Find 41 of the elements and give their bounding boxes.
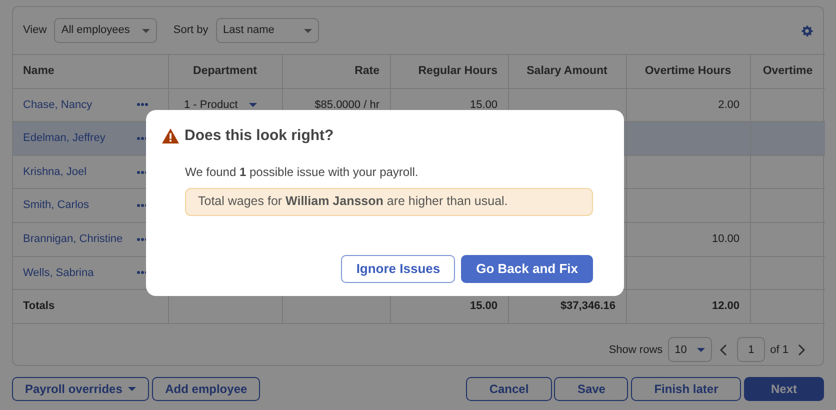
- total-cell: 15.00: [470, 300, 498, 312]
- total-cell: $37,346.16: [560, 300, 616, 312]
- next-page-icon[interactable]: [796, 344, 806, 356]
- table-cell: $85.0000 / hr: [314, 98, 380, 111]
- previous-page-icon[interactable]: [719, 344, 730, 356]
- dropdown-button[interactable]: Payroll overrides: [12, 377, 150, 401]
- column-header: Name: [23, 64, 54, 77]
- dialog-title: Does this look right?: [184, 126, 334, 146]
- show-rows-label: Show rows: [608, 342, 663, 358]
- column-header: Regular Hours: [418, 64, 498, 77]
- issue-message: Total wages for William Jansson are higher than usual.: [198, 193, 508, 210]
- caret-icon: [142, 28, 150, 32]
- footer-button[interactable]: Next: [744, 377, 824, 401]
- column-header: Salary Amount: [526, 64, 608, 77]
- totals-label: Totals: [23, 300, 55, 312]
- page-field[interactable]: 1: [737, 337, 766, 362]
- footer-button[interactable]: Add employee: [152, 377, 260, 401]
- page-count: of 1: [770, 342, 788, 358]
- table-cell: 10.00: [712, 233, 740, 246]
- footer-button[interactable]: Save: [554, 377, 628, 401]
- caret-icon: [696, 348, 705, 352]
- dialog-message: We found 1 possible issue with your payroll.: [185, 164, 420, 180]
- column-header: Department: [193, 64, 257, 77]
- view-dropdown[interactable]: All employees: [54, 18, 158, 43]
- field-label: Sort by: [173, 23, 208, 38]
- footer-button[interactable]: Finish later: [631, 377, 742, 401]
- field-label: View: [23, 23, 47, 38]
- settings-icon[interactable]: [801, 24, 813, 36]
- footer-button[interactable]: Cancel: [466, 377, 552, 401]
- table-cell: 2.00: [718, 98, 740, 111]
- column-header: Rate: [354, 64, 380, 77]
- sort-dropdown[interactable]: Last name: [216, 18, 320, 43]
- rows-dropdown[interactable]: 10: [668, 337, 712, 362]
- column-header: Overtime: [762, 64, 813, 77]
- caret-icon: [304, 28, 312, 32]
- table-cell: 15.00: [470, 98, 498, 111]
- warning-icon: [162, 128, 179, 144]
- total-cell: 12.00: [712, 300, 740, 312]
- dialog-button[interactable]: Ignore Issues: [341, 254, 456, 282]
- column-header: Overtime Hours: [644, 64, 732, 77]
- dialog-button[interactable]: Go Back and Fix: [461, 254, 593, 282]
